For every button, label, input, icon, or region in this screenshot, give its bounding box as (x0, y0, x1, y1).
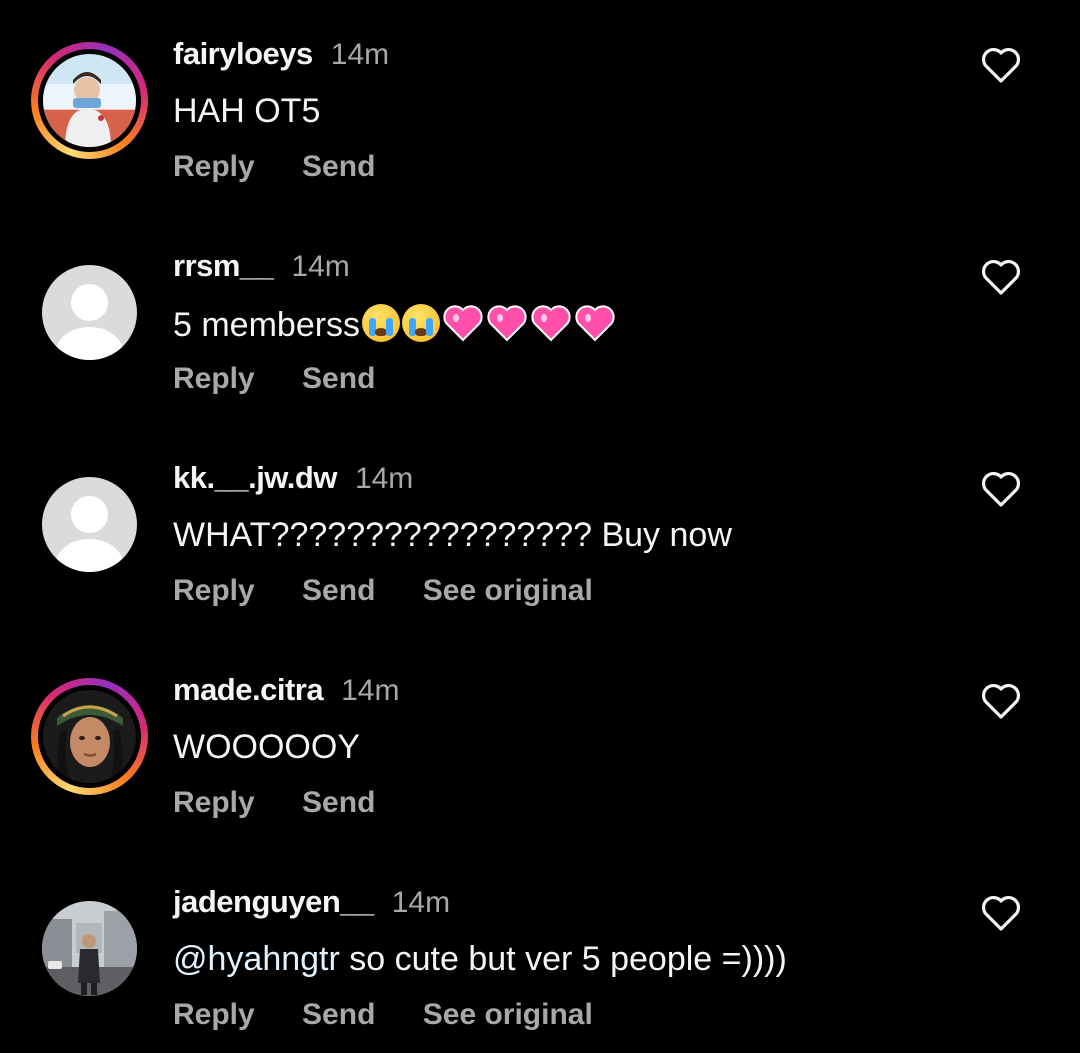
sparkling-heart-icon (443, 305, 483, 342)
user-mention-link[interactable]: @hyahngtr (173, 940, 340, 978)
avatar[interactable] (42, 901, 137, 996)
comment-text: WHAT????????????????? Buy now (173, 516, 732, 554)
send-button[interactable]: Send (302, 150, 375, 183)
comment-timestamp: 14m (354, 462, 414, 495)
comment-actions: Reply Send (173, 150, 414, 184)
avatar[interactable] (42, 477, 137, 572)
send-button[interactable]: Send (302, 362, 375, 395)
comment-username[interactable]: made.citra 14m (173, 672, 399, 708)
default-avatar-body (56, 327, 123, 360)
reply-button[interactable]: Reply (173, 574, 255, 607)
loudly-crying-face-icon (402, 304, 441, 342)
heart-outline-icon[interactable] (980, 470, 1022, 508)
avatar[interactable] (31, 42, 148, 159)
comment-actions: Reply Send (173, 362, 414, 396)
avatar[interactable] (42, 265, 137, 360)
comment-text: HAH OT5 (173, 92, 321, 130)
comment-item: rrsm__ 14m 5 memberss Reply Send (0, 212, 1080, 412)
sparkling-heart-icon (575, 305, 615, 342)
comment-username[interactable]: rrsm__ 14m (173, 248, 350, 284)
sparkling-heart-icon (531, 305, 571, 342)
heart-outline-icon[interactable] (980, 894, 1022, 932)
see-original-button[interactable]: See original (423, 574, 593, 607)
comment-text: @hyahngtr so cute but ver 5 people =)))) (173, 940, 787, 978)
comment-text: WOOOOOY (173, 728, 360, 766)
comment-username[interactable]: fairyloeys 14m (173, 36, 389, 72)
comment-username[interactable]: kk.__.jw.dw 14m (173, 460, 413, 496)
avatar-photo-icon (43, 690, 136, 783)
default-avatar-body (56, 539, 123, 572)
comment-timestamp: 14m (330, 38, 390, 71)
loudly-crying-face-icon (362, 304, 401, 342)
comment-item: fairyloeys 14m HAH OT5 Reply Send (0, 0, 1080, 200)
comment-actions: Reply Send See original (173, 574, 632, 608)
heart-outline-icon[interactable] (980, 258, 1022, 296)
comment-item: jadenguyen__ 14m @hyahngtr so cute but ve… (0, 848, 1080, 1048)
send-button[interactable]: Send (302, 574, 375, 607)
heart-outline-icon[interactable] (980, 46, 1022, 84)
default-avatar-head (71, 284, 108, 321)
comment-actions: Reply Send (173, 786, 414, 820)
comment-text: 5 memberss (173, 304, 616, 345)
avatar-photo-icon (42, 901, 137, 996)
comment-timestamp: 14m (291, 250, 350, 283)
reply-button[interactable]: Reply (173, 362, 255, 395)
comment-timestamp: 14m (391, 886, 451, 919)
avatar-photo-icon (43, 54, 136, 147)
reply-button[interactable]: Reply (173, 150, 255, 183)
default-avatar-head (71, 496, 108, 533)
comment-actions: Reply Send See original (173, 998, 632, 1032)
sparkling-heart-icon (487, 305, 527, 342)
comment-username[interactable]: jadenguyen__ 14m (173, 884, 450, 920)
see-original-button[interactable]: See original (423, 998, 593, 1031)
comment-item: kk.__.jw.dw 14m WHAT????????????????? Buy… (0, 424, 1080, 624)
comment-item: made.citra 14m WOOOOOY Reply Send (0, 636, 1080, 836)
avatar-photo (43, 690, 136, 783)
avatar[interactable] (31, 678, 148, 795)
send-button[interactable]: Send (302, 998, 375, 1031)
reply-button[interactable]: Reply (173, 786, 255, 819)
send-button[interactable]: Send (302, 786, 375, 819)
avatar-photo (43, 54, 136, 147)
reply-button[interactable]: Reply (173, 998, 255, 1031)
comment-timestamp: 14m (341, 674, 400, 707)
heart-outline-icon[interactable] (980, 682, 1022, 720)
